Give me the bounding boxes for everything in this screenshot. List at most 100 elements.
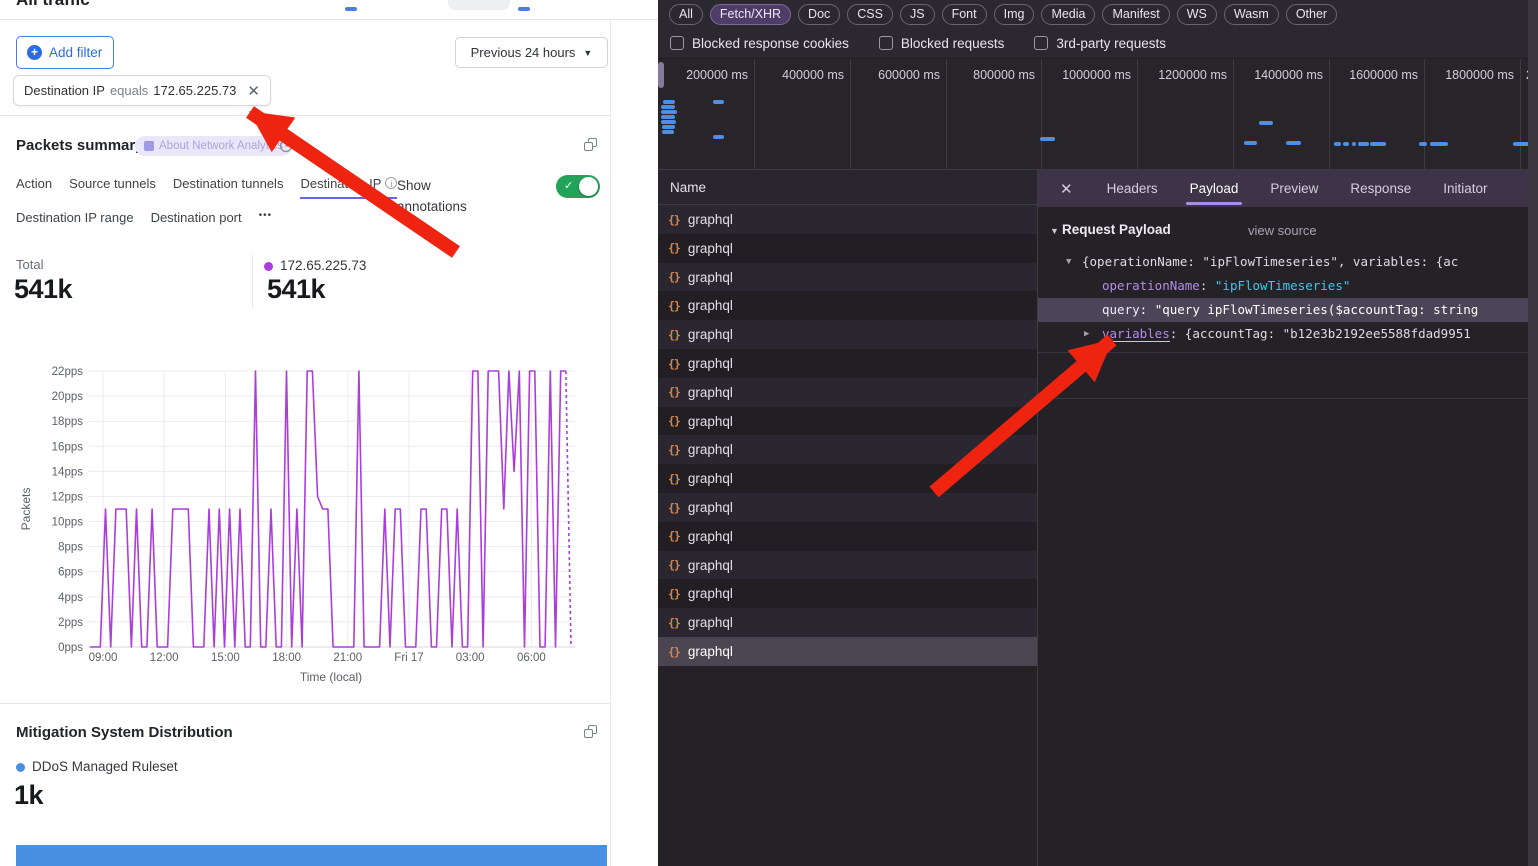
json-icon: {} (668, 328, 680, 342)
request-row[interactable]: {}graphql (658, 378, 1037, 407)
payload-row-query[interactable]: query: "query ipFlowTimeseries($accountT… (1038, 298, 1538, 322)
analytics-panel: All traffic + Add filter Previous 24 hou… (0, 0, 658, 866)
request-row[interactable]: {}graphql (658, 349, 1037, 378)
filter-pill-manifest[interactable]: Manifest (1102, 4, 1169, 25)
request-row[interactable]: {} graphql (658, 579, 1037, 608)
filter-pill-doc[interactable]: Doc (798, 4, 840, 25)
expand-triangle-icon[interactable]: ▶ (1084, 322, 1089, 346)
filter-pill-css[interactable]: CSS (847, 4, 893, 25)
payload-value: "query ipFlowTimeseries($accountTag: str… (1155, 302, 1479, 317)
json-icon: {} (668, 529, 680, 543)
filter-pill-js[interactable]: JS (900, 4, 935, 25)
request-name: graphql (688, 270, 733, 285)
request-name: graphql (688, 298, 733, 313)
svg-text:8pps: 8pps (58, 542, 83, 554)
json-icon: {} (668, 616, 680, 630)
divider (0, 703, 610, 704)
request-row[interactable]: {}graphql (658, 263, 1037, 292)
request-name: graphql (688, 414, 733, 429)
svg-text:18:00: 18:00 (272, 652, 301, 664)
filter-pill-ws[interactable]: WS (1177, 4, 1217, 25)
checkbox-3rd-party-requests[interactable]: 3rd-party requests (1034, 36, 1166, 51)
svg-text:14pps: 14pps (52, 466, 84, 478)
request-type-filter-bar: All Fetch/XHR Doc CSS JS Font Img Media Manifest… (658, 0, 1538, 28)
request-row[interactable]: {}graphql (658, 493, 1037, 522)
json-icon: {} (668, 558, 680, 572)
svg-text:20pps: 20pps (52, 391, 84, 403)
timeline-tick-label: 1800000 ms (1442, 68, 1514, 82)
network-timeline-overview[interactable]: 200000 ms400000 ms600000 ms800000 ms1000… (658, 58, 1538, 170)
request-row[interactable]: {}graphql (658, 407, 1037, 436)
payload-colon: : (1170, 326, 1185, 341)
detail-tab-response[interactable]: Response (1350, 170, 1411, 207)
checkbox-blocked-response-cookies[interactable]: Blocked response cookies (670, 36, 849, 51)
request-row[interactable]: {}graphql (658, 234, 1037, 263)
timeline-tick-label: 1600000 ms (1346, 68, 1418, 82)
svg-text:06:00: 06:00 (517, 652, 546, 664)
timeline-gridline (1424, 59, 1425, 170)
json-icon: {} (668, 443, 680, 457)
request-time-mark (1286, 141, 1301, 145)
filter-pill-all[interactable]: All (669, 4, 703, 25)
collapse-triangle-icon[interactable]: ▼ (1050, 226, 1059, 236)
filter-pill-img[interactable]: Img (994, 4, 1035, 25)
svg-text:21:00: 21:00 (333, 652, 362, 664)
filter-pill-fetchxhr[interactable]: Fetch/XHR (710, 4, 791, 25)
svg-text:Packets: Packets (19, 488, 33, 531)
devtools-network-panel: All Fetch/XHR Doc CSS JS Font Img Media Manifest… (658, 0, 1538, 866)
svg-text:2pps: 2pps (58, 617, 83, 629)
detail-tab-payload[interactable]: Payload (1190, 170, 1239, 207)
filter-pill-wasm[interactable]: Wasm (1224, 4, 1279, 25)
checkbox-box (879, 36, 893, 50)
request-name: graphql (688, 586, 733, 601)
detail-tab-initiator[interactable]: Initiator (1443, 170, 1487, 207)
payload-row-variables[interactable]: ▶variables: {accountTag: "b12e3b2192ee55… (1038, 322, 1538, 346)
mitigation-legend-dot (16, 763, 25, 772)
request-row[interactable]: {} graphql (658, 320, 1037, 349)
svg-text:12pps: 12pps (52, 491, 84, 503)
payload-tree: ▼{operationName: "ipFlowTimeseries", var… (1038, 250, 1538, 346)
request-row[interactable]: {}graphql (658, 551, 1037, 580)
screenshot-root: All traffic + Add filter Previous 24 hou… (0, 0, 1538, 866)
request-detail-panel: ✕ Headers Payload Preview Response Initiator… (1038, 170, 1538, 866)
view-source-link[interactable]: view source (1248, 223, 1317, 238)
expand-copy-icon[interactable] (584, 725, 597, 738)
payload-key: query (1102, 302, 1140, 317)
json-icon: {} (668, 587, 680, 601)
payload-row-operationName[interactable]: operationName: "ipFlowTimeseries" (1038, 274, 1538, 298)
timeline-gridline (1137, 59, 1138, 170)
svg-text:18pps: 18pps (52, 416, 84, 428)
filter-pill-media[interactable]: Media (1041, 4, 1095, 25)
request-name: graphql (688, 529, 733, 544)
timeline-drag-handle[interactable] (658, 62, 664, 88)
detail-tab-headers[interactable]: Headers (1107, 170, 1158, 207)
checkbox-blocked-requests[interactable]: Blocked requests (879, 36, 1005, 51)
payload-key: variables (1102, 326, 1170, 342)
request-row[interactable]: {} graphql (658, 435, 1037, 464)
request-row[interactable]: {}graphql (658, 291, 1037, 320)
request-time-mark (1343, 142, 1349, 146)
request-row[interactable]: {}graphql (658, 637, 1037, 666)
payload-colon: : (1140, 302, 1155, 317)
name-column-header[interactable]: Name (658, 170, 1038, 205)
request-row[interactable]: {} graphql (658, 522, 1037, 551)
request-row[interactable]: {}graphql (658, 464, 1037, 493)
request-row[interactable]: {}graphql (658, 205, 1037, 234)
request-time-mark (661, 115, 675, 119)
detail-tab-preview[interactable]: Preview (1270, 170, 1318, 207)
request-time-mark (1358, 142, 1369, 146)
timeline-tick-label: 1200000 ms (1155, 68, 1227, 82)
payload-preview-row[interactable]: ▼{operationName: "ipFlowTimeseries", var… (1038, 250, 1538, 274)
request-name: graphql (688, 212, 733, 227)
request-list: Name {} graphql {} graphql {} graphql {} graphq… (658, 170, 1038, 866)
request-time-mark (1430, 142, 1448, 146)
request-name: graphql (688, 241, 733, 256)
timeline-tick-label: 600000 ms (868, 68, 940, 82)
filter-pill-font[interactable]: Font (942, 4, 987, 25)
request-name: graphql (688, 327, 733, 342)
filter-pill-other[interactable]: Other (1286, 4, 1337, 25)
request-name: graphql (688, 442, 733, 457)
close-icon[interactable]: ✕ (1060, 180, 1073, 198)
collapse-triangle-icon[interactable]: ▼ (1066, 250, 1071, 274)
request-row[interactable]: {}graphql (658, 608, 1037, 637)
